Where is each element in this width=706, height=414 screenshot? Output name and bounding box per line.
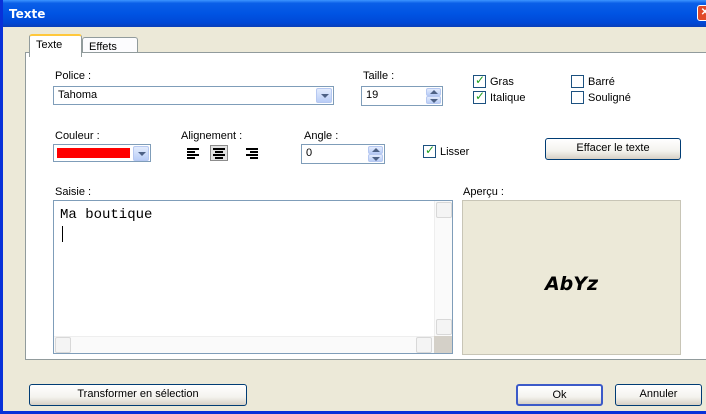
ok-button[interactable]: Ok — [516, 384, 603, 406]
angle-label: Angle : — [304, 130, 339, 142]
separator — [49, 119, 683, 120]
tab-texte-label: Texte — [36, 39, 63, 51]
color-label: Couleur : — [55, 130, 100, 142]
chevron-down-icon[interactable] — [133, 146, 149, 161]
cancel-button[interactable]: Annuler — [615, 384, 702, 406]
italic-label: Italique — [490, 91, 526, 104]
title-bar[interactable]: Texte ✕ — [3, 0, 706, 27]
color-swatch — [57, 148, 130, 158]
italic-checkbox[interactable]: Italique — [473, 89, 526, 104]
checkbox-icon — [571, 91, 584, 104]
alignment-label: Alignement : — [181, 130, 243, 142]
preview-sample: AbYz — [544, 273, 599, 295]
input-label: Saisie : — [55, 186, 92, 198]
scrollbar-corner — [434, 336, 452, 353]
spin-up-icon[interactable] — [426, 88, 441, 96]
align-right-icon[interactable] — [244, 146, 260, 160]
font-value: Tahoma — [58, 89, 98, 101]
smooth-label: Lisser — [440, 145, 470, 158]
color-picker[interactable] — [53, 144, 151, 162]
checkbox-icon — [571, 75, 584, 88]
text-caret — [62, 226, 63, 242]
separator — [49, 177, 683, 178]
preview-label: Aperçu : — [463, 186, 504, 198]
underline-checkbox[interactable]: Souligné — [571, 91, 631, 104]
spin-down-icon[interactable] — [368, 154, 383, 162]
chevron-down-icon[interactable] — [316, 88, 332, 103]
check-icon — [423, 143, 436, 158]
smooth-checkbox[interactable]: Lisser — [423, 143, 470, 158]
align-center-icon[interactable] — [210, 145, 228, 161]
convert-to-selection-button[interactable]: Transformer en sélection — [29, 384, 247, 406]
angle-value: 0 — [306, 147, 313, 159]
strike-label: Barré — [588, 75, 615, 88]
scroll-left-icon[interactable] — [55, 337, 71, 353]
angle-spinner[interactable]: 0 — [301, 144, 385, 164]
underline-label: Souligné — [588, 91, 631, 104]
window-title: Texte — [9, 7, 46, 21]
size-label: Taille : — [363, 70, 395, 82]
bold-label: Gras — [490, 75, 514, 88]
preview-panel: AbYz — [462, 200, 681, 355]
font-select[interactable]: Tahoma — [53, 86, 334, 105]
horizontal-scrollbar[interactable] — [54, 336, 434, 353]
text-dialog: Texte ✕ Texte Effets Police : Tahoma Tai… — [0, 0, 706, 414]
clear-text-button[interactable]: Effacer le texte — [545, 138, 681, 160]
check-icon — [473, 73, 486, 88]
close-icon[interactable]: ✕ — [697, 5, 706, 21]
strike-checkbox[interactable]: Barré — [571, 75, 615, 88]
spin-up-icon[interactable] — [368, 146, 383, 154]
text-input-content: Ma boutique — [60, 207, 153, 223]
vertical-scrollbar[interactable] — [434, 201, 452, 337]
align-left-icon[interactable] — [185, 146, 201, 160]
scroll-down-icon[interactable] — [436, 319, 452, 335]
spin-down-icon[interactable] — [426, 96, 441, 104]
scroll-up-icon[interactable] — [436, 202, 452, 218]
check-icon — [473, 89, 486, 104]
size-value: 19 — [366, 89, 379, 101]
size-spinner[interactable]: 19 — [361, 86, 443, 106]
scroll-right-icon[interactable] — [416, 337, 432, 353]
font-label: Police : — [55, 70, 92, 82]
bold-checkbox[interactable]: Gras — [473, 73, 514, 88]
tab-texte[interactable]: Texte — [29, 34, 82, 57]
text-input-area[interactable]: Ma boutique — [53, 200, 453, 354]
